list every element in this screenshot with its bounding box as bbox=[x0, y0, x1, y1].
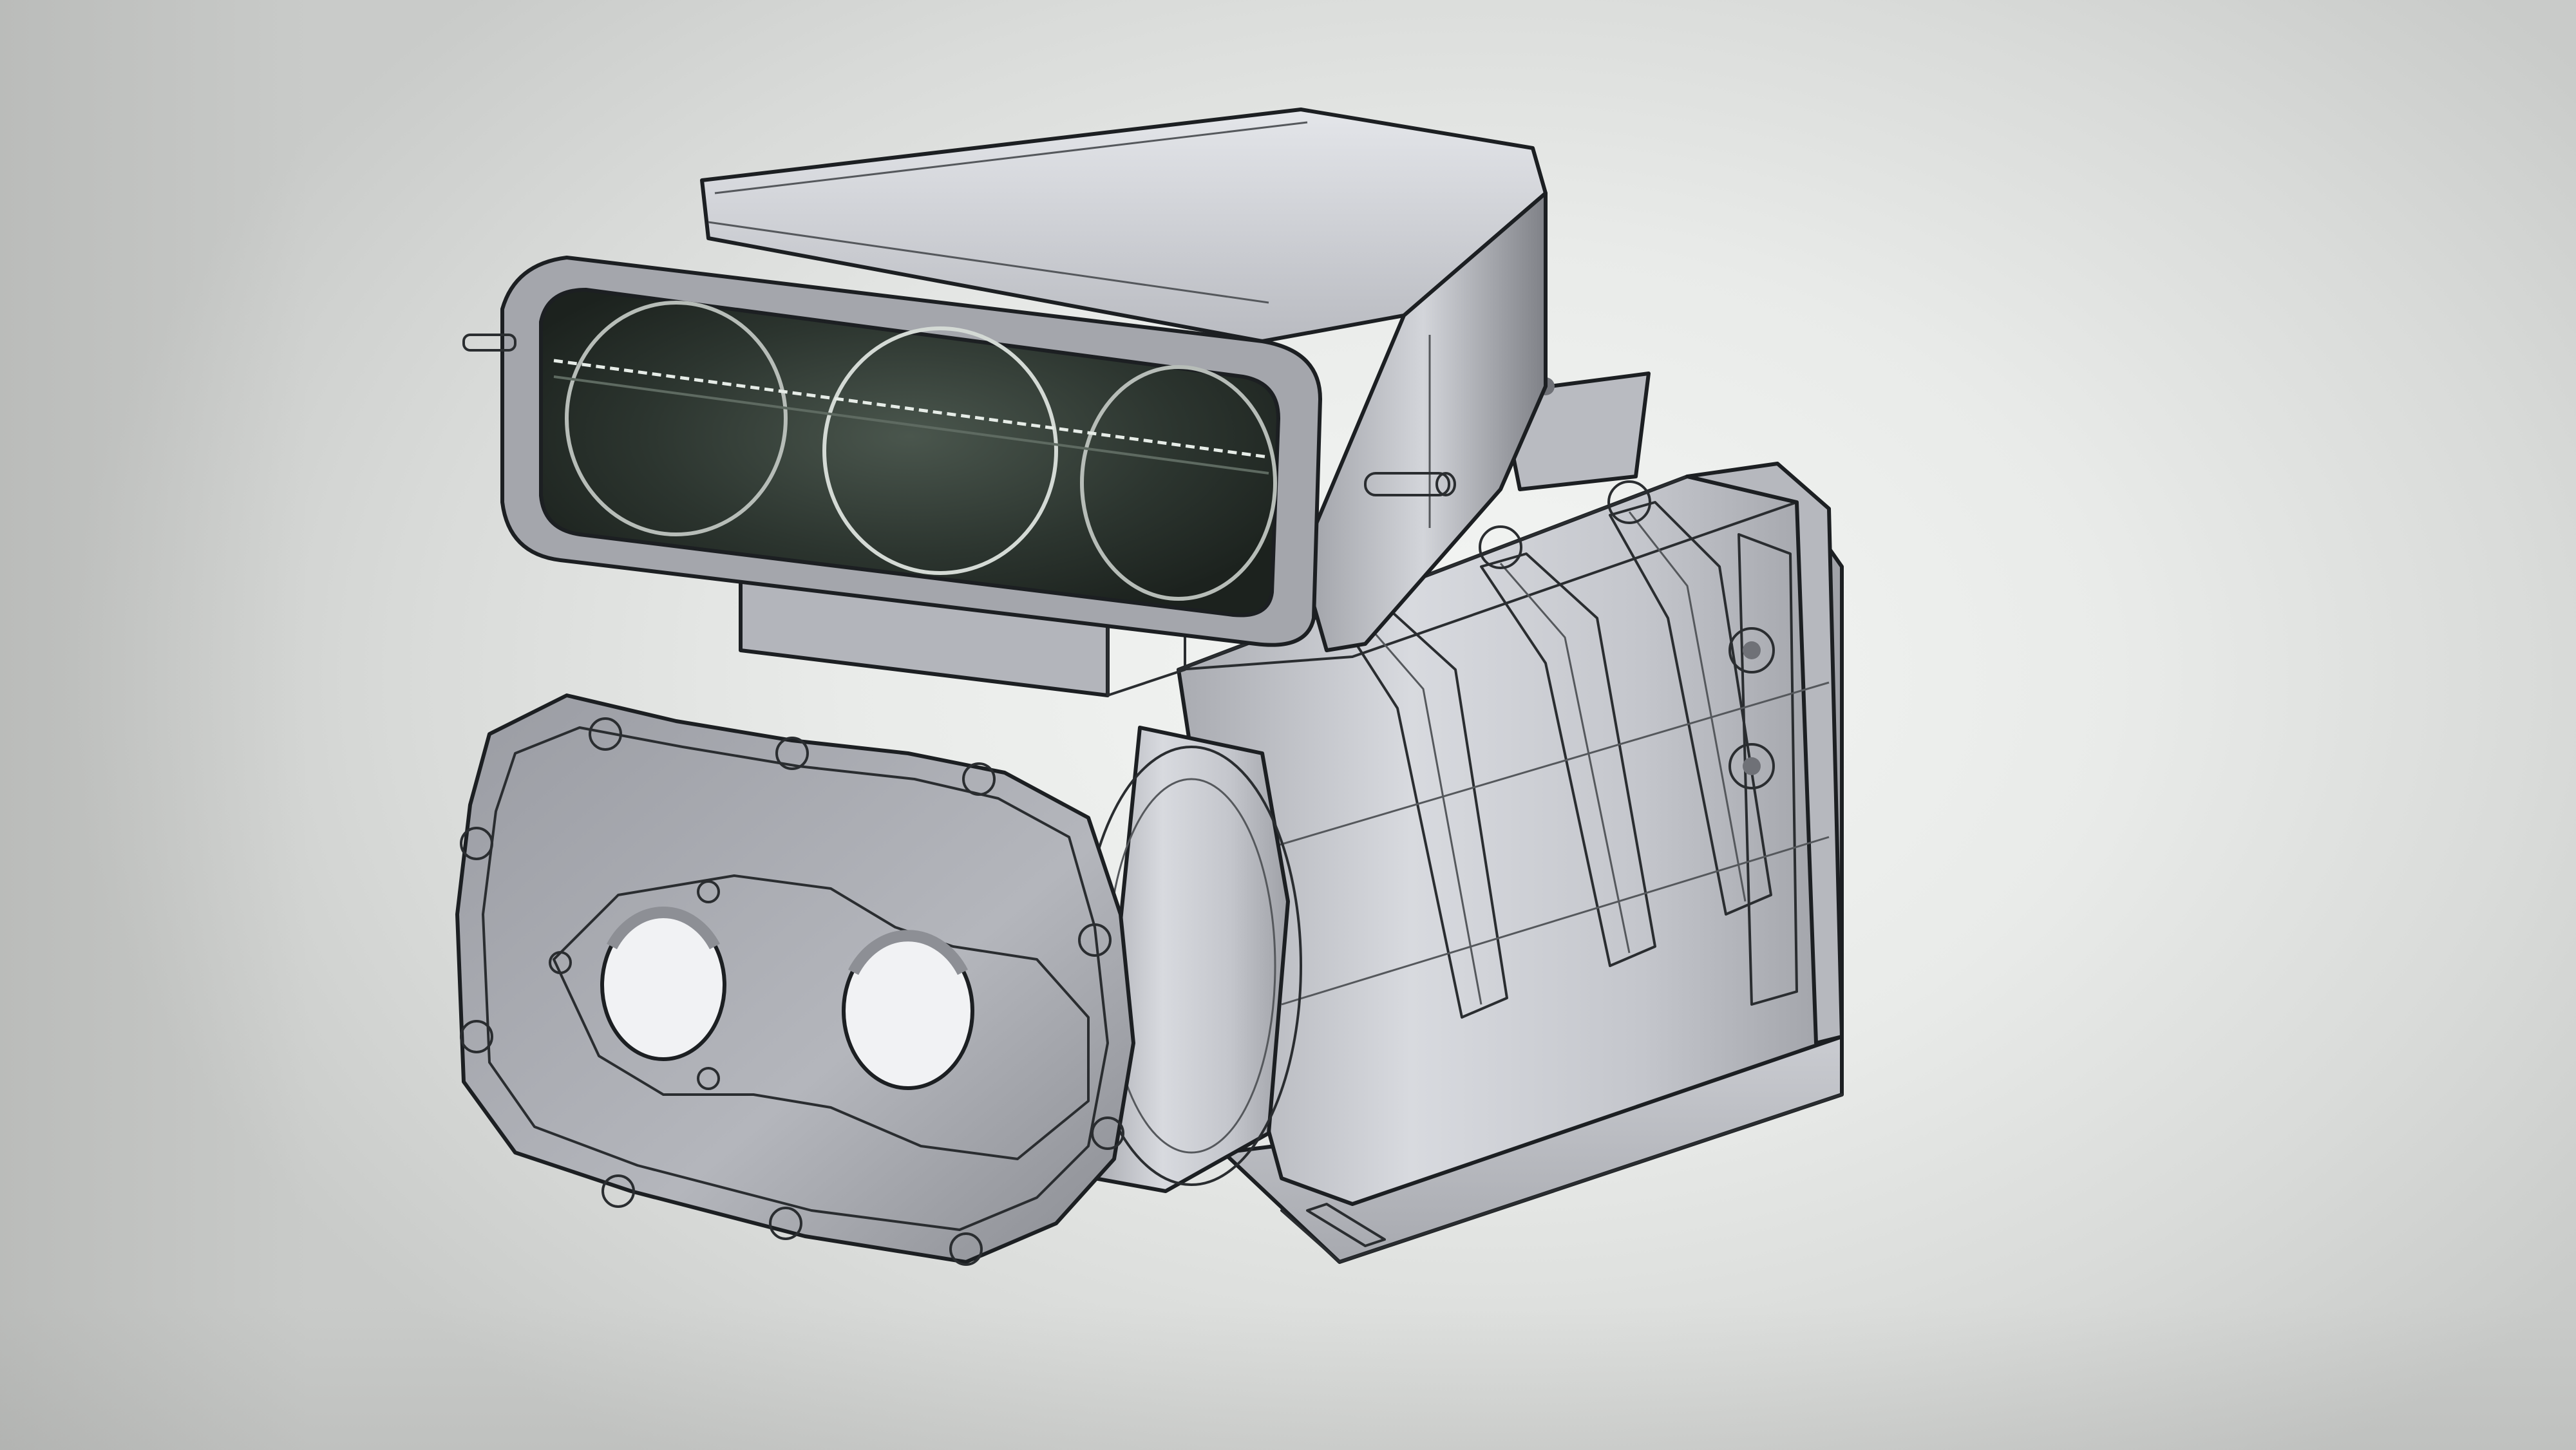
supercharger-3d-model[interactable] bbox=[0, 0, 2576, 1450]
air-scoop-hat[interactable] bbox=[500, 108, 1548, 652]
rotor-shaft-bore-right bbox=[842, 930, 974, 1090]
rotor-shaft-bore-left bbox=[600, 907, 726, 1061]
front-cover-plate[interactable] bbox=[455, 693, 1135, 1264]
cad-viewport-screen bbox=[0, 0, 2576, 1450]
